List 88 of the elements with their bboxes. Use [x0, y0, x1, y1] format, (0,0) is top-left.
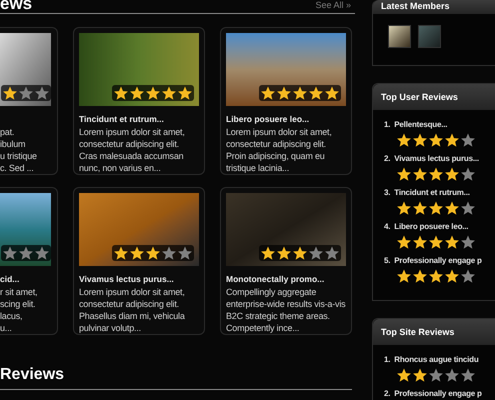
star-icon: [413, 133, 427, 147]
star-icon: [413, 201, 427, 215]
star-icon: [397, 368, 411, 382]
star-icon: [146, 246, 160, 260]
list-number: 2.: [384, 388, 390, 399]
card-title[interactable]: Monotonectally promo...: [226, 274, 346, 285]
star-icon: [309, 246, 323, 260]
panel-title: Latest Members: [373, 0, 495, 14]
star-icon: [461, 167, 475, 181]
star-icon: [261, 246, 275, 260]
star-icon: [413, 368, 427, 382]
card-text: Lorem ipsum dolor sit amet, consectetur adipiscing elit. Cras malesuada accumsan nunc, non varius en...: [79, 126, 185, 174]
star-icon: [19, 246, 33, 260]
review-title[interactable]: Professionally engage p: [394, 255, 482, 266]
star-icon: [178, 246, 192, 260]
star-icon: [461, 269, 475, 283]
star-icon: [162, 246, 176, 260]
section-heading: ews: [0, 0, 32, 12]
card-text: Compellingly aggregate enterprise-wide results vis-a-vis B2C strategic theme areas. Competently ince...: [226, 286, 346, 334]
star-icon: [397, 201, 411, 215]
panel-title: Top User Reviews: [373, 84, 495, 110]
card-text: Lorem ipsum dolor sit amet, consectetur adipiscing elit. Proin adipiscing, quam eu tristique lacinia...: [226, 126, 332, 174]
star-icon: [445, 201, 459, 215]
star-icon: [397, 133, 411, 147]
panel-title: Top Site Reviews: [373, 319, 495, 345]
star-icon: [35, 246, 49, 260]
star-icon: [261, 86, 275, 100]
card-text: r sit amet, scing elit. lacus, u...: [0, 286, 38, 334]
star-icon: [178, 86, 192, 100]
star-icon: [429, 133, 443, 147]
star-icon: [277, 86, 291, 100]
star-icon: [461, 201, 475, 215]
card-text: pat. ibulum u tristique c. Sed ...: [0, 126, 37, 174]
list-number: 1.: [384, 119, 390, 130]
star-icon: [293, 246, 307, 260]
star-icon: [3, 246, 17, 260]
star-icon: [325, 246, 339, 260]
card-title[interactable]: cid...: [0, 274, 51, 285]
star-icon: [146, 86, 160, 100]
star-icon: [3, 86, 17, 100]
see-all-link[interactable]: See All »: [315, 0, 351, 11]
star-icon: [429, 167, 443, 181]
star-icon: [461, 235, 475, 249]
star-icon: [309, 86, 323, 100]
star-icon: [35, 86, 49, 100]
star-icon: [445, 133, 459, 147]
star-icon: [413, 167, 427, 181]
star-icon: [19, 86, 33, 100]
star-icon: [325, 86, 339, 100]
card-text: Lorem ipsum dolor sit amet, consectetur adipiscing elit. Phasellus diam mi, vehicula pulvinar volutp...: [79, 286, 185, 334]
list-number: 4.: [384, 221, 390, 232]
review-title[interactable]: Rhoncus augue tincidu: [394, 354, 479, 365]
star-icon: [461, 133, 475, 147]
star-icon: [429, 235, 443, 249]
star-icon: [130, 86, 144, 100]
star-icon: [445, 269, 459, 283]
card-title[interactable]: Libero posuere leo...: [226, 114, 346, 125]
star-icon: [397, 269, 411, 283]
review-title[interactable]: Pellentesque...: [394, 119, 448, 130]
review-title[interactable]: Libero posuere leo...: [394, 221, 468, 232]
star-icon: [445, 235, 459, 249]
star-icon: [114, 86, 128, 100]
member-avatar[interactable]: [388, 25, 411, 48]
card-title[interactable]: Vivamus lectus purus...: [79, 274, 199, 285]
review-title[interactable]: Professionally engage p: [394, 388, 482, 399]
star-icon: [445, 167, 459, 181]
star-icon: [445, 368, 459, 382]
star-icon: [162, 86, 176, 100]
star-icon: [130, 246, 144, 260]
star-icon: [293, 86, 307, 100]
list-number: 2.: [384, 153, 390, 164]
star-icon: [429, 201, 443, 215]
review-title[interactable]: Tincidunt et rutrum...: [394, 187, 470, 198]
star-icon: [277, 246, 291, 260]
star-icon: [461, 368, 475, 382]
card-title[interactable]: Tincidunt et rutrum...: [79, 114, 199, 125]
star-icon: [397, 167, 411, 181]
list-number: 5.: [384, 255, 390, 266]
star-icon: [429, 368, 443, 382]
star-icon: [114, 246, 128, 260]
star-icon: [397, 235, 411, 249]
section-heading: Reviews: [0, 365, 66, 385]
review-title[interactable]: Vivamus lectus purus...: [394, 153, 479, 164]
star-icon: [429, 269, 443, 283]
star-icon: [413, 235, 427, 249]
list-number: 1.: [384, 354, 390, 365]
star-icon: [413, 269, 427, 283]
list-number: 3.: [384, 187, 390, 198]
